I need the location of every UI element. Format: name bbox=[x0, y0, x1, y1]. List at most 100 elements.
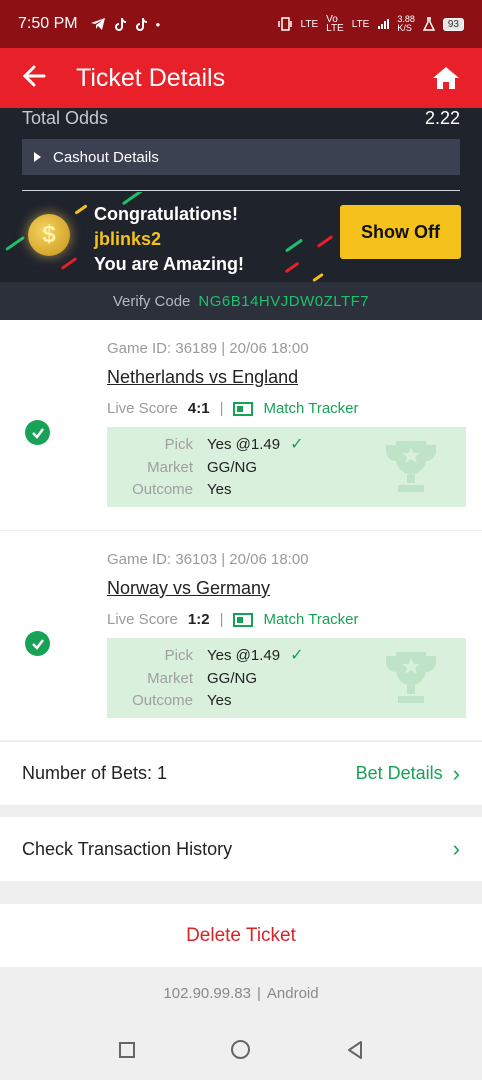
live-score-row: Live Score 1:2 | Match Tracker bbox=[107, 611, 359, 628]
page-title: Ticket Details bbox=[76, 63, 226, 92]
separator: | bbox=[256, 984, 261, 1002]
confetti-streak bbox=[5, 235, 25, 252]
status-time: 7:50 PM bbox=[18, 15, 78, 32]
match-tracker-link[interactable]: Match Tracker bbox=[263, 611, 358, 628]
signal-icon bbox=[378, 19, 390, 29]
show-off-button[interactable]: Show Off bbox=[340, 205, 461, 259]
match-teams-link[interactable]: Norway vs Germany bbox=[107, 578, 270, 599]
pick-row: Pick Yes @1.49 ✓ bbox=[107, 433, 304, 455]
recent-apps-icon[interactable] bbox=[118, 1041, 135, 1058]
ip-address: 102.90.99.83 bbox=[163, 984, 251, 1002]
congrats-subtitle: You are Amazing! bbox=[94, 254, 245, 274]
number-of-bets: Number of Bets: 1 bbox=[22, 763, 168, 783]
live-score-value: 1:2 bbox=[187, 611, 210, 628]
network-label-3: LTE bbox=[351, 18, 370, 30]
outcome-value: Yes bbox=[207, 480, 232, 498]
outcome-row: Outcome Yes bbox=[107, 478, 231, 500]
footer-info: 102.90.99.83 | Android bbox=[0, 967, 482, 1019]
transaction-history-label: Check Transaction History bbox=[22, 838, 233, 859]
confetti-streak bbox=[284, 238, 304, 253]
delete-ticket-button[interactable]: Delete Ticket bbox=[0, 904, 482, 967]
total-odds-row: Total Odds 2.22 bbox=[22, 108, 460, 128]
match-tracker-link[interactable]: Match Tracker bbox=[263, 400, 358, 417]
tiktok-icon bbox=[135, 17, 147, 31]
home-circle-icon[interactable] bbox=[230, 1040, 250, 1059]
triangle-right-icon bbox=[34, 152, 41, 162]
bet-details-link[interactable]: Bet Details › bbox=[356, 761, 460, 787]
outcome-label: Outcome bbox=[132, 691, 193, 709]
verify-code-row: Verify Code NG6B14HVJDW0ZLTF7 bbox=[0, 282, 482, 320]
vibrate-icon bbox=[277, 17, 292, 31]
outcome-row: Outcome Yes bbox=[107, 689, 231, 711]
confetti-streak bbox=[316, 235, 334, 248]
coin-icon: $ bbox=[28, 214, 70, 256]
trophy-icon bbox=[386, 652, 436, 703]
total-odds-value: 2.22 bbox=[424, 108, 460, 128]
flask-icon bbox=[422, 17, 435, 31]
chevron-right-icon: › bbox=[452, 760, 460, 786]
divider bbox=[22, 190, 460, 191]
pick-details-box: Pick Yes @1.49 ✓ Market GG/NG Outcome Ye… bbox=[107, 427, 466, 507]
checkmark-icon: ✓ bbox=[290, 647, 304, 664]
transaction-history-link: › bbox=[443, 836, 460, 862]
pick-value: Yes @1.49 bbox=[207, 435, 281, 453]
checkmark-icon: ✓ bbox=[290, 436, 304, 453]
pick-label: Pick bbox=[164, 646, 193, 664]
market-label: Market bbox=[147, 669, 193, 687]
pick-details-box: Pick Yes @1.49 ✓ Market GG/NG Outcome Ye… bbox=[107, 638, 466, 718]
trophy-icon bbox=[386, 441, 436, 492]
cashout-details-toggle[interactable]: Cashout Details bbox=[22, 139, 460, 175]
live-score-label: Live Score bbox=[107, 611, 178, 628]
data-speed: 3.88 K/S bbox=[397, 14, 415, 33]
notification-icons: • bbox=[90, 16, 161, 32]
network-label-1: LTE bbox=[300, 18, 319, 30]
separator: | bbox=[219, 400, 224, 417]
match-tracker-icon[interactable] bbox=[233, 401, 254, 416]
market-row: Market GG/NG bbox=[107, 667, 257, 689]
system-nav-bar bbox=[0, 1019, 482, 1080]
confetti-streak bbox=[312, 272, 324, 282]
verify-code-label: Verify Code bbox=[112, 292, 191, 310]
system-icons: LTE Vo LTE LTE 3.88 K/S 93 bbox=[277, 14, 464, 34]
outcome-label: Outcome bbox=[132, 480, 193, 498]
platform-label: Android bbox=[266, 984, 319, 1002]
market-value: GG/NG bbox=[207, 458, 258, 476]
check-circle-icon bbox=[25, 631, 50, 656]
congrats-banner: $ Congratulations! jblinks2 You are Amaz… bbox=[0, 192, 482, 282]
username: jblinks2 bbox=[94, 229, 162, 249]
status-bar: 7:50 PM • LTE Vo LTE LTE 3.88 K/S 93 bbox=[0, 0, 482, 48]
back-button[interactable] bbox=[22, 62, 62, 94]
live-score-row: Live Score 4:1 | Match Tracker bbox=[107, 400, 359, 417]
verify-code-value[interactable]: NG6B14HVJDW0ZLTF7 bbox=[198, 293, 369, 310]
pick-row: Pick Yes @1.49 ✓ bbox=[107, 644, 304, 666]
total-odds-label: Total Odds bbox=[22, 108, 109, 128]
number-of-bets-row: Number of Bets: 1 Bet Details › bbox=[0, 741, 482, 805]
telegram-icon bbox=[90, 18, 105, 30]
app-bar: Ticket Details bbox=[0, 48, 482, 108]
live-score-label: Live Score bbox=[107, 400, 178, 417]
game-id: Game ID: 36103 | 20/06 18:00 bbox=[107, 551, 309, 568]
check-circle-icon bbox=[25, 420, 50, 445]
tiktok-icon bbox=[114, 17, 126, 31]
bet-card: Game ID: 36103 | 20/06 18:00 Norway vs G… bbox=[0, 530, 482, 740]
confetti-streak bbox=[60, 257, 78, 270]
transaction-history-row[interactable]: Check Transaction History › bbox=[0, 817, 482, 881]
congrats-title: Congratulations! bbox=[94, 204, 238, 224]
bet-card: Game ID: 36189 | 20/06 18:00 Netherlands… bbox=[0, 320, 482, 530]
match-teams-link[interactable]: Netherlands vs England bbox=[107, 367, 298, 388]
bet-details-label: Bet Details bbox=[355, 763, 443, 783]
confetti-streak bbox=[74, 204, 88, 215]
home-icon[interactable] bbox=[432, 65, 460, 91]
match-tracker-icon[interactable] bbox=[233, 612, 254, 627]
dot-icon: • bbox=[155, 16, 161, 32]
separator: | bbox=[219, 611, 224, 628]
game-id: Game ID: 36189 | 20/06 18:00 bbox=[107, 340, 309, 357]
market-value: GG/NG bbox=[207, 669, 258, 687]
market-row: Market GG/NG bbox=[107, 456, 257, 478]
back-triangle-icon[interactable] bbox=[346, 1040, 364, 1060]
confetti-streak bbox=[284, 261, 300, 274]
pick-label: Pick bbox=[164, 435, 193, 453]
ticket-summary-panel: Total Odds 2.22 Cashout Details $ Congra… bbox=[0, 108, 482, 320]
market-label: Market bbox=[147, 458, 193, 476]
pick-value: Yes @1.49 bbox=[207, 646, 281, 664]
